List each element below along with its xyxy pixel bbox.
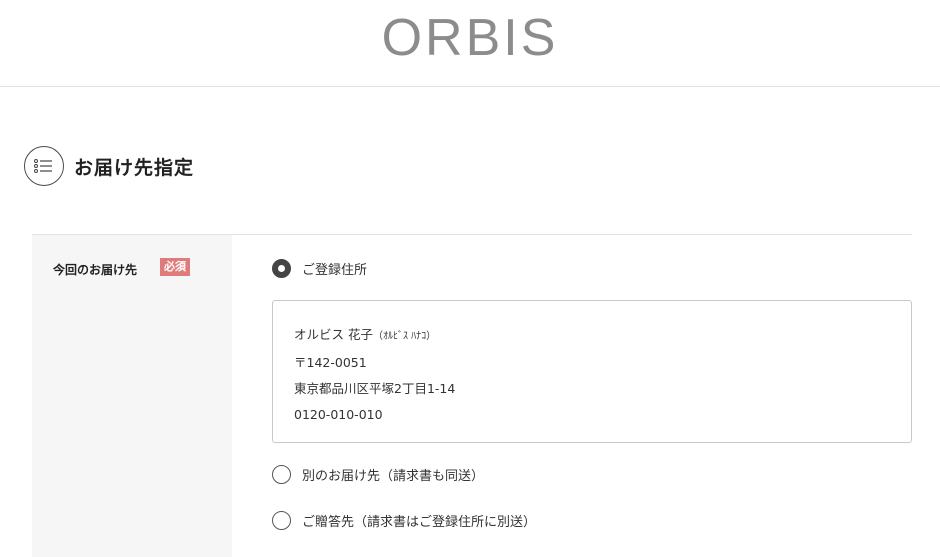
- orbis-logo[interactable]: ORBIS: [0, 8, 940, 68]
- address-name-line: オルビス 花子（ｵﾙﾋﾞｽ ﾊﾅｺ）: [294, 322, 911, 350]
- postal-code: 〒142-0051: [294, 355, 367, 370]
- radio-other-destination[interactable]: [272, 465, 291, 484]
- radio-dot: [278, 265, 285, 272]
- street-address: 東京都品川区平塚2丁目1-14: [294, 381, 456, 396]
- option-label: 別のお届け先（請求書も同送）: [302, 469, 485, 484]
- site-header: ORBIS: [0, 0, 940, 87]
- option-label: ご登録住所: [302, 263, 368, 278]
- option-label: ご贈答先（請求書はご登録住所に別送）: [302, 515, 537, 530]
- option-other-destination[interactable]: 別のお届け先（請求書も同送）: [272, 465, 484, 484]
- delivery-destination-row: 今回のお届け先 必須 ご登録住所 オルビス 花子（ｵﾙﾋﾞｽ ﾊﾅｺ） 〒142…: [32, 235, 912, 557]
- radio-gift-destination[interactable]: [272, 511, 291, 530]
- recipient-name-kana: （ｵﾙﾋﾞｽ ﾊﾅｺ）: [372, 331, 437, 342]
- section-heading: お届け先指定: [24, 146, 194, 186]
- option-gift-destination[interactable]: ご贈答先（請求書はご登録住所に別送）: [272, 511, 536, 530]
- page-title: お届け先指定: [74, 156, 195, 179]
- field-label: 今回のお届け先: [53, 263, 138, 277]
- required-badge: 必須: [160, 258, 190, 276]
- list-icon: [24, 146, 64, 186]
- registered-address-box: オルビス 花子（ｵﾙﾋﾞｽ ﾊﾅｺ） 〒142-0051 東京都品川区平塚2丁目…: [272, 300, 912, 443]
- recipient-name: オルビス 花子: [294, 327, 373, 342]
- phone-number: 0120-010-010: [294, 407, 383, 422]
- radio-registered-address[interactable]: [272, 259, 291, 278]
- label-column: 今回のお届け先 必須: [32, 235, 232, 557]
- option-registered-address[interactable]: ご登録住所: [272, 259, 367, 278]
